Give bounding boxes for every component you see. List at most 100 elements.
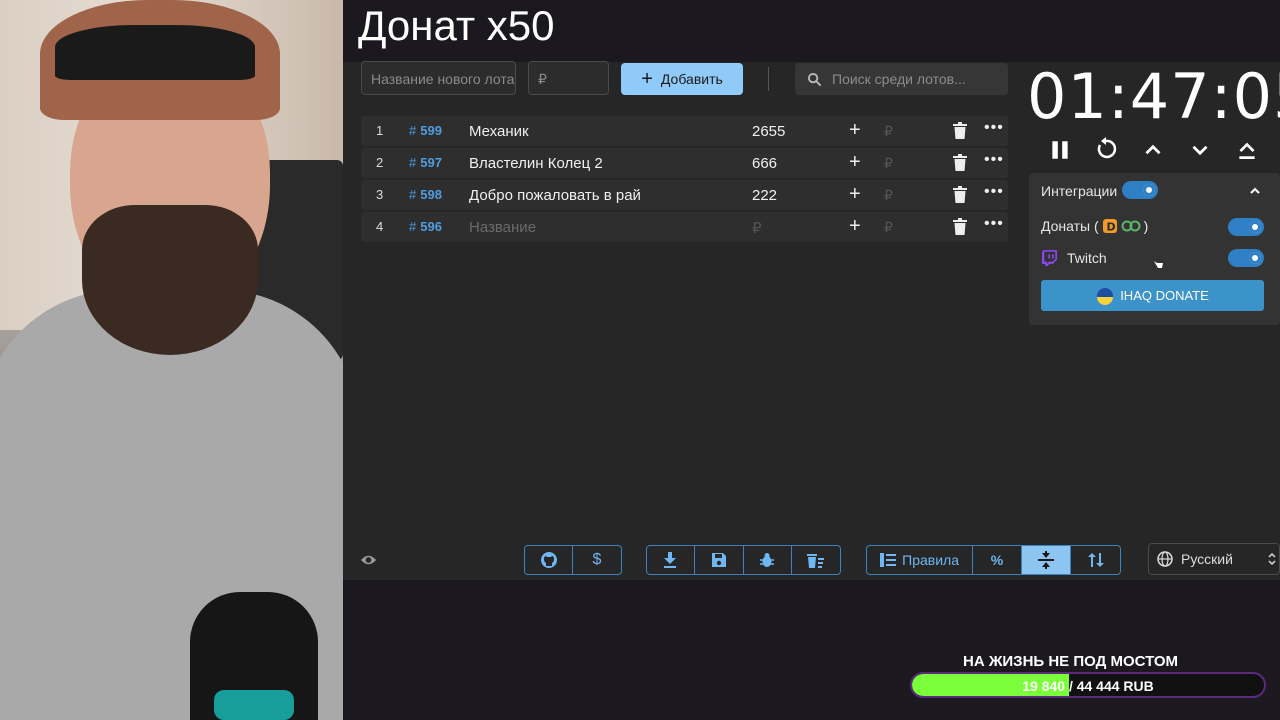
search-placeholder: Поиск среди лотов... bbox=[832, 71, 966, 87]
language-select[interactable]: Русский bbox=[1148, 543, 1280, 575]
webcam-person-cap-band bbox=[55, 25, 255, 80]
lot-id: #599 bbox=[409, 123, 442, 138]
integrations-toggle[interactable] bbox=[1122, 181, 1158, 199]
twitch-label: Twitch bbox=[1067, 250, 1107, 266]
auction-timer: 01:47:05 bbox=[1027, 60, 1280, 133]
rub-input[interactable]: ₽ bbox=[884, 219, 893, 236]
lot-name-input[interactable]: Название bbox=[469, 219, 536, 236]
lot-position: 2 bbox=[376, 155, 384, 170]
rub-input[interactable]: ₽ bbox=[884, 155, 893, 172]
lot-row: 3 #598 Добро пожаловать в рай 222 + ₽ ••… bbox=[361, 180, 1008, 210]
lot-amount[interactable]: 222 bbox=[752, 187, 777, 204]
bug-report-button[interactable] bbox=[744, 546, 793, 574]
donation-goal-progress: 19 840 / 44 444 RUB bbox=[1022, 678, 1154, 694]
more-options-button[interactable]: ••• bbox=[984, 119, 1004, 137]
donationalerts-icon: D bbox=[1102, 219, 1117, 234]
globe-icon bbox=[1157, 551, 1173, 567]
lot-id: #596 bbox=[409, 219, 442, 234]
eye-icon[interactable] bbox=[360, 553, 377, 567]
lot-name[interactable]: Механик bbox=[469, 123, 529, 140]
lot-position: 4 bbox=[376, 219, 384, 234]
delete-sweep-icon bbox=[807, 554, 825, 568]
pause-icon[interactable] bbox=[1048, 138, 1072, 162]
toolbar-divider bbox=[768, 67, 769, 91]
integrations-title: Интеграции bbox=[1041, 183, 1118, 199]
chevron-up-icon[interactable] bbox=[1248, 184, 1262, 198]
plus-icon: + bbox=[641, 68, 653, 90]
donations-label: Донаты ( D ) bbox=[1041, 218, 1149, 234]
double-chevron-up-icon[interactable] bbox=[1235, 138, 1259, 162]
lot-amount[interactable]: 666 bbox=[752, 155, 777, 172]
rules-button[interactable]: Правила bbox=[867, 546, 974, 574]
select-arrows-icon bbox=[1268, 552, 1276, 566]
lot-name[interactable]: Добро пожаловать в рай bbox=[469, 187, 641, 204]
lot-amount-input[interactable]: ₽ bbox=[752, 219, 762, 237]
donatepay-icon bbox=[1121, 220, 1141, 232]
lot-name[interactable]: Властелин Колец 2 bbox=[469, 155, 603, 172]
links-toolbar-group: $ bbox=[524, 545, 622, 575]
more-options-button[interactable]: ••• bbox=[984, 183, 1004, 201]
rules-icon bbox=[880, 553, 897, 567]
download-button[interactable] bbox=[647, 546, 695, 574]
save-button[interactable] bbox=[695, 546, 744, 574]
compress-icon bbox=[1038, 551, 1055, 569]
lot-row: 2 #597 Властелин Колец 2 666 + ₽ ••• bbox=[361, 148, 1008, 178]
download-icon bbox=[664, 552, 677, 568]
lot-row: 4 #596 Название ₽ + ₽ ••• bbox=[361, 212, 1008, 242]
view-toolbar-group: Правила % bbox=[866, 545, 1121, 575]
new-lot-amount-input[interactable]: ₽ bbox=[528, 61, 609, 95]
donation-goal-title: НА ЖИЗНЬ НЕ ПОД МОСТОМ bbox=[963, 653, 1179, 670]
add-amount-button[interactable]: + bbox=[849, 151, 861, 174]
compact-view-button[interactable] bbox=[1021, 546, 1072, 574]
trash-icon[interactable] bbox=[953, 154, 967, 171]
more-options-button[interactable]: ••• bbox=[984, 215, 1004, 233]
ihaq-logo-icon bbox=[1097, 287, 1114, 305]
chevron-down-icon[interactable] bbox=[1188, 138, 1212, 162]
rub-input[interactable]: ₽ bbox=[884, 187, 893, 204]
lot-search-input[interactable]: Поиск среди лотов... bbox=[795, 63, 1008, 95]
clear-all-button[interactable] bbox=[792, 546, 840, 574]
percent-button[interactable]: % bbox=[973, 546, 1022, 574]
add-amount-button[interactable]: + bbox=[849, 183, 861, 206]
lot-position: 1 bbox=[376, 123, 384, 138]
donations-toggle[interactable] bbox=[1228, 218, 1264, 236]
search-icon bbox=[807, 72, 822, 86]
github-button[interactable] bbox=[525, 546, 574, 574]
lot-id: #597 bbox=[409, 155, 442, 170]
rub-input[interactable]: ₽ bbox=[884, 123, 893, 140]
lot-id: #598 bbox=[409, 187, 442, 202]
sort-button[interactable] bbox=[1071, 546, 1120, 574]
save-icon bbox=[711, 553, 726, 567]
lot-position: 3 bbox=[376, 187, 384, 202]
new-lot-name-input[interactable]: Название нового лота bbox=[361, 61, 516, 95]
ihaq-donate-button[interactable]: IHAQ DONATE bbox=[1041, 280, 1264, 311]
more-options-button[interactable]: ••• bbox=[984, 151, 1004, 169]
percent-label: % bbox=[990, 552, 1004, 568]
language-label: Русский bbox=[1181, 551, 1233, 567]
bug-icon bbox=[760, 553, 775, 567]
data-toolbar-group bbox=[646, 545, 841, 575]
lot-amount[interactable]: 2655 bbox=[752, 123, 785, 140]
twitch-toggle[interactable] bbox=[1228, 249, 1264, 267]
add-amount-button[interactable]: + bbox=[849, 119, 861, 142]
add-lot-label: Добавить bbox=[660, 71, 723, 87]
trash-icon[interactable] bbox=[953, 218, 967, 235]
github-icon bbox=[540, 552, 557, 568]
lot-row: 1 #599 Механик 2655 + ₽ ••• bbox=[361, 116, 1008, 146]
trash-icon[interactable] bbox=[953, 186, 967, 203]
donate-dollar-button[interactable]: $ bbox=[573, 546, 621, 574]
add-lot-button[interactable]: + Добавить bbox=[621, 63, 743, 95]
chevron-up-icon[interactable] bbox=[1141, 138, 1165, 162]
add-amount-button[interactable]: + bbox=[849, 215, 861, 238]
swap-vertical-icon bbox=[1087, 553, 1104, 567]
dollar-icon: $ bbox=[592, 551, 602, 568]
twitch-icon bbox=[1042, 250, 1057, 266]
page-title: Донат x50 bbox=[358, 2, 555, 49]
mouse-cursor bbox=[1154, 255, 1163, 268]
donation-goal-bar: 19 840 / 44 444 RUB bbox=[910, 672, 1266, 698]
webcam-person-beard bbox=[82, 205, 258, 355]
trash-icon[interactable] bbox=[953, 122, 967, 139]
webcam-microphone-glow bbox=[214, 690, 294, 720]
rules-label: Правила bbox=[902, 552, 959, 568]
reset-icon[interactable] bbox=[1094, 137, 1118, 161]
